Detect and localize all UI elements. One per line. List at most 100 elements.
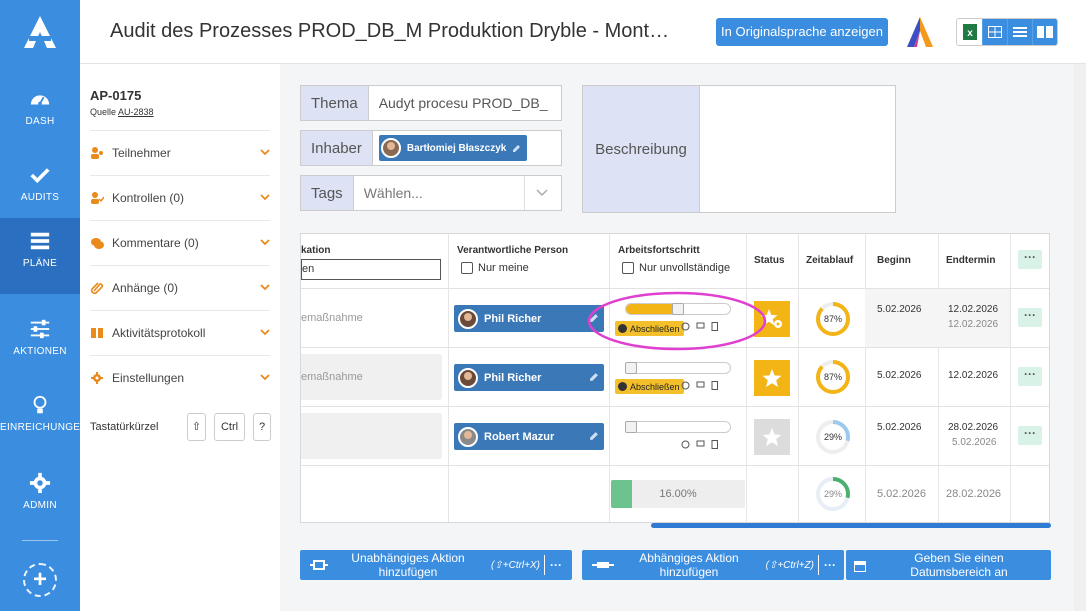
section-label: Aktivitätsprotokoll <box>112 326 206 340</box>
theme-input[interactable]: Audyt procesu PROD_DB_ <box>369 86 558 120</box>
progress-tools[interactable] <box>681 381 719 392</box>
app-logo-icon[interactable] <box>20 14 60 50</box>
action-cell[interactable] <box>301 413 442 459</box>
book-view-icon[interactable] <box>1032 19 1057 45</box>
action-cell[interactable]: emaßnahme <box>301 295 442 341</box>
end-date: 12.02.2026 <box>948 370 999 381</box>
progress-tools[interactable] <box>681 440 719 451</box>
table-view-icon[interactable] <box>982 19 1007 45</box>
document-icon[interactable] <box>710 440 719 449</box>
only-incomplete-checkbox[interactable]: Nur unvollständige <box>622 262 731 275</box>
chain-icon <box>592 562 614 568</box>
finish-button[interactable]: Abschließen <box>615 379 684 394</box>
nav-item-label: DASH <box>25 116 55 127</box>
owner-name: Bartłomiej Błaszczyk <box>406 142 507 154</box>
person-chip[interactable]: Phil Richer <box>454 364 604 391</box>
description-input[interactable] <box>700 86 895 212</box>
section-controls[interactable]: Kontrollen (0) <box>90 175 270 220</box>
button-shortcut: (⇧+Ctrl+Z) <box>765 559 814 571</box>
avatar <box>380 138 401 158</box>
palette-icon[interactable] <box>681 440 690 449</box>
row-more-button[interactable]: ··· <box>1018 367 1042 386</box>
comment-icon[interactable] <box>696 381 705 390</box>
check-icon <box>30 168 50 184</box>
section-activity-log[interactable]: Aktivitätsprotokoll <box>90 310 270 355</box>
horizontal-scrollbar[interactable] <box>651 523 1051 528</box>
checkbox[interactable] <box>622 262 634 275</box>
progress-handle[interactable] <box>625 362 637 374</box>
add-button[interactable]: + <box>23 563 57 597</box>
layers-icon <box>30 232 50 250</box>
ctrl-key-button[interactable]: Ctrl <box>214 413 245 441</box>
pencil-icon[interactable] <box>512 144 521 153</box>
source-link[interactable]: AU-2838 <box>118 107 154 117</box>
status-badge[interactable] <box>754 360 790 396</box>
show-original-language-button[interactable]: In Originalsprache anzeigen <box>716 18 888 46</box>
check-circle-icon <box>618 382 627 391</box>
shift-key-button[interactable]: ⇧ <box>187 413 206 441</box>
pencil-icon[interactable] <box>589 431 599 441</box>
progress-bar[interactable] <box>625 362 731 374</box>
person-chip[interactable]: Robert Mazur <box>454 423 604 450</box>
header-person: Verantwortliche Person <box>457 245 569 256</box>
document-icon[interactable] <box>710 381 719 390</box>
action-filter-input[interactable]: en <box>301 259 441 280</box>
action-cell[interactable]: emaßnahme <box>301 354 442 400</box>
header-status: Status <box>754 255 785 266</box>
section-participants[interactable]: Teilnehmer <box>90 130 270 175</box>
svg-text:x: x <box>967 28 973 39</box>
more-button[interactable]: ··· <box>544 555 567 575</box>
chevron-down-icon <box>260 374 270 381</box>
button-label: Abhängiges Aktion hinzufügen <box>639 551 739 579</box>
nav-item-submissions[interactable]: EINREICHUNGEN <box>0 382 87 458</box>
owner-select[interactable]: Bartłomiej Błaszczyk <box>373 131 528 165</box>
person-name: Phil Richer <box>484 371 542 384</box>
chevron-down-icon <box>260 329 270 336</box>
button-shortcut: (⇧+Ctrl+X) <box>491 559 540 571</box>
tags-dropdown-toggle[interactable] <box>523 176 560 210</box>
list-view-icon[interactable] <box>1007 19 1032 45</box>
view-switcher: x <box>956 18 1058 46</box>
vertical-scrollbar[interactable] <box>1074 64 1086 611</box>
only-incomplete-label: Nur unvollständige <box>639 262 731 274</box>
nav-item-audits[interactable]: AUDITS <box>0 152 80 228</box>
palette-icon[interactable] <box>681 381 690 390</box>
nav-item-admin[interactable]: ADMIN <box>0 460 80 536</box>
row-more-button[interactable]: ··· <box>1018 308 1042 327</box>
brand-logo-icon <box>907 17 933 47</box>
header-more-button[interactable]: ··· <box>1018 250 1042 269</box>
avatar <box>458 367 478 388</box>
users-icon <box>91 147 103 159</box>
section-settings[interactable]: Einstellungen <box>90 355 270 400</box>
owner-chip[interactable]: Bartłomiej Błaszczyk <box>378 135 528 161</box>
nav-item-dash[interactable]: DASH <box>0 76 80 152</box>
table-row: Robert Mazur 29% 5.02.2026 28.02.2026 5.… <box>301 406 1049 465</box>
nav-item-actions[interactable]: AKTIONEN <box>0 306 80 382</box>
progress-handle[interactable] <box>625 421 637 433</box>
help-key-button[interactable]: ? <box>253 413 271 441</box>
header-end: Endtermin <box>946 255 996 266</box>
comment-icon[interactable] <box>696 440 705 449</box>
lightbulb-icon <box>33 395 47 414</box>
section-label: Einstellungen <box>112 371 185 385</box>
tags-select[interactable]: Wählen... <box>354 176 524 210</box>
add-dependent-action-button[interactable]: Abhängiges Aktion hinzufügen (⇧+Ctrl+Z) … <box>582 550 844 580</box>
section-comments[interactable]: Kommentare (0) <box>90 220 270 265</box>
tags-label: Tags <box>301 176 354 210</box>
add-independent-action-button[interactable]: Unabhängiges Aktion hinzufügen (⇧+Ctrl+X… <box>300 550 572 580</box>
pencil-icon[interactable] <box>589 372 599 382</box>
date-range-button[interactable]: Geben Sie einen Datumsbereich an <box>846 550 1051 580</box>
excel-export-icon[interactable]: x <box>957 19 982 45</box>
progress-bar[interactable] <box>625 421 731 433</box>
nav-item-plans[interactable]: PLÄNE <box>0 218 80 294</box>
section-attachments[interactable]: Anhänge (0) <box>90 265 270 310</box>
person-chip[interactable]: Phil Richer <box>454 305 604 332</box>
checkbox[interactable] <box>461 262 473 275</box>
row-more-button[interactable]: ··· <box>1018 426 1042 445</box>
status-badge[interactable] <box>754 419 790 455</box>
only-mine-checkbox[interactable]: Nur meine <box>461 262 529 275</box>
chevron-down-icon <box>260 239 270 246</box>
gauge-icon <box>30 95 50 106</box>
more-button[interactable]: ··· <box>818 555 841 575</box>
page-header: Audit des Prozesses PROD_DB_M Produktion… <box>80 0 1086 64</box>
